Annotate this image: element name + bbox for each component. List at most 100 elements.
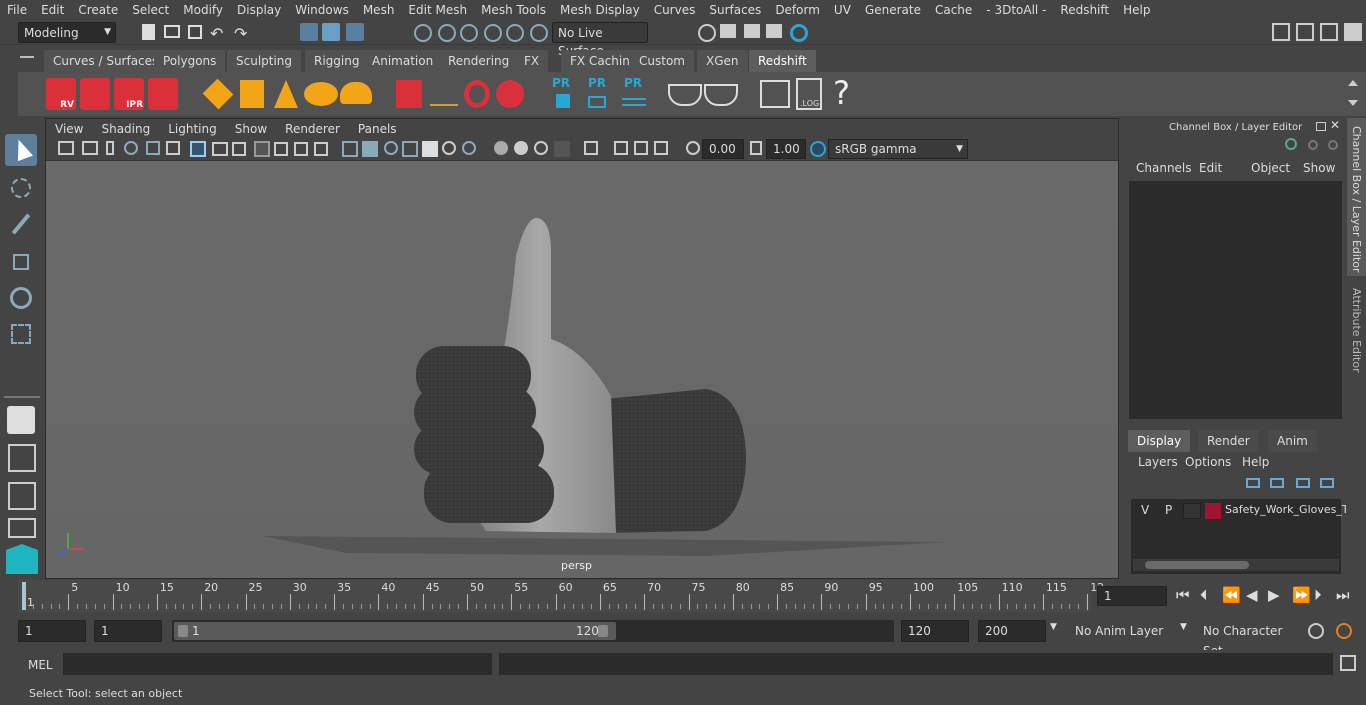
layer-tab-render[interactable]: Render [1198,430,1260,452]
viewport-canvas[interactable]: persp [46,161,1118,578]
xray-icon[interactable] [614,141,628,155]
menu-create[interactable]: Create [71,3,125,17]
side-by-side-layout-icon[interactable] [8,482,36,510]
layer-tab-anim[interactable]: Anim [1268,430,1318,452]
mel-input[interactable] [63,653,492,675]
scale-tool-icon[interactable] [5,318,37,350]
go-to-end-icon[interactable]: ⏭ [1336,586,1350,604]
layer-toggle-icon[interactable] [1328,140,1338,150]
redshift-spot-light-icon[interactable] [274,80,298,108]
play-forwards-icon[interactable]: ▶ [1268,586,1280,604]
shader-code-icon[interactable] [760,80,790,108]
snap-curve-icon[interactable] [438,24,456,42]
workspace-icon[interactable] [1272,23,1290,41]
safe-title-icon[interactable] [314,142,328,156]
select-tool-icon[interactable] [5,134,37,166]
save-scene-icon[interactable] [188,25,202,39]
shadows-icon[interactable] [462,141,476,155]
viewport-menu-shading[interactable]: Shading [92,122,159,136]
redshift-dome-light-icon[interactable] [304,82,338,106]
viewport-menu-show[interactable]: Show [226,122,276,136]
move-layer-down-icon[interactable] [1270,478,1284,488]
anti-aliasing-icon[interactable] [534,141,548,155]
menu-redshift[interactable]: Redshift [1053,3,1116,17]
chevron-down-icon[interactable]: ▼ [1180,622,1187,632]
ambient-occlusion-icon[interactable] [494,141,508,155]
log-icon[interactable]: .LOG [796,78,822,110]
select-hierarchy-icon[interactable] [300,23,318,41]
shelf-tab-rendering[interactable]: Rendering [439,50,520,72]
redshift-render-view-icon[interactable]: RV [46,78,76,110]
animation-preferences-icon[interactable] [1336,623,1352,639]
redshift-render-sequence-icon[interactable] [80,78,110,110]
menu-mesh-tools[interactable]: Mesh Tools [474,3,553,17]
shelf-tab-fx[interactable]: FX [515,50,550,72]
pr-matte-icon[interactable]: PR [618,76,648,112]
new-layer-icon[interactable] [1296,478,1310,488]
step-forward-key-icon[interactable]: ⏵ [1314,586,1322,604]
pencil-icon[interactable] [166,141,180,155]
start-time-field[interactable]: 1 [18,620,86,642]
script-editor-icon[interactable] [1340,655,1356,671]
snap-point-icon[interactable] [460,24,478,42]
menu-mesh-display[interactable]: Mesh Display [553,3,647,17]
shelf-tab-animation[interactable]: Animation [363,50,444,72]
default-material-icon[interactable] [384,141,398,155]
select-component-icon[interactable] [346,23,364,41]
viewport-menu-view[interactable]: View [46,122,92,136]
shelf-tab-custom[interactable]: Custom [630,50,695,72]
play-backwards-icon[interactable]: ◀ [1246,586,1258,604]
redo-icon[interactable]: ↷ [234,24,252,43]
go-to-start-icon[interactable]: ⏮ [1176,586,1190,604]
menu-curves[interactable]: Curves [647,3,703,17]
range-slider-track[interactable]: 1 120 [172,620,894,642]
mel-label[interactable]: MEL [28,658,53,672]
live-surface-field[interactable]: No Live Surface [552,22,648,58]
shelf-tab-redshift[interactable]: Redshift [749,50,817,72]
color-management-icon[interactable] [810,141,826,157]
smooth-shade-icon[interactable] [362,141,378,157]
menu-cache[interactable]: Cache [928,3,979,17]
layer-row[interactable]: V P Safety_Work_Gloves_T [1133,501,1349,521]
pr-object-properties-icon[interactable]: PR [548,76,578,112]
step-back-key-icon[interactable]: ⏴ [1200,586,1208,604]
character-set-select[interactable]: No Character Set [1196,620,1300,658]
render-frame-icon[interactable] [720,24,736,38]
playback-end-field[interactable]: 120 [901,620,969,642]
range-end-handle[interactable] [598,625,608,637]
redshift-area-light-icon[interactable] [240,80,264,108]
open-scene-icon[interactable] [164,25,180,38]
tab-channel-box[interactable]: Channel Box / Layer Editor [1347,118,1366,276]
shelf-tab-xgen[interactable]: XGen [697,50,749,72]
viewport-menu-renderer[interactable]: Renderer [276,122,349,136]
lasso-tool-icon[interactable] [5,172,37,204]
outliner-layout-icon[interactable] [8,518,36,538]
use-lights-icon[interactable] [442,141,456,155]
gate-mask-icon[interactable] [254,141,270,157]
toggle-channelbox-icon[interactable] [1344,23,1362,41]
anim-layer-select[interactable]: No Anim Layer [1068,620,1172,642]
step-back-frame-icon[interactable]: ⏪ [1222,586,1241,604]
auto-key-icon[interactable] [1308,623,1324,639]
menu-uv[interactable]: UV [827,3,858,17]
new-scene-icon[interactable] [142,24,155,40]
menu-edit-mesh[interactable]: Edit Mesh [401,3,474,17]
move-layer-up-icon[interactable] [1246,478,1260,488]
float-panel-icon[interactable] [1316,122,1326,131]
field-chart-icon[interactable] [274,142,288,156]
help-icon[interactable]: ? [833,74,850,112]
camera-attributes-icon[interactable] [82,141,98,155]
exposure-field[interactable]: 0.00 [702,139,744,159]
close-icon[interactable]: ✕ [1330,118,1340,132]
gamma-icon[interactable] [750,141,762,155]
layer-reference-toggle[interactable] [1183,503,1201,519]
snap-view-icon[interactable] [484,24,502,42]
layer-color-swatch[interactable] [1205,503,1221,519]
bookmark-icon[interactable] [106,141,114,155]
range-start-handle[interactable] [178,625,188,637]
menu-select[interactable]: Select [125,3,176,17]
time-slider-ruler[interactable]: 1 5 10 15 20 25 30 35 40 45 50 55 60 65 70 75 80 85 90 95 10… [18,580,1104,612]
shelf-tab-curves-surfaces[interactable]: Curves / Surfaces [44,50,169,72]
shelf-tab-sculpting[interactable]: Sculpting [227,50,303,72]
channel-box-list[interactable] [1129,181,1342,419]
